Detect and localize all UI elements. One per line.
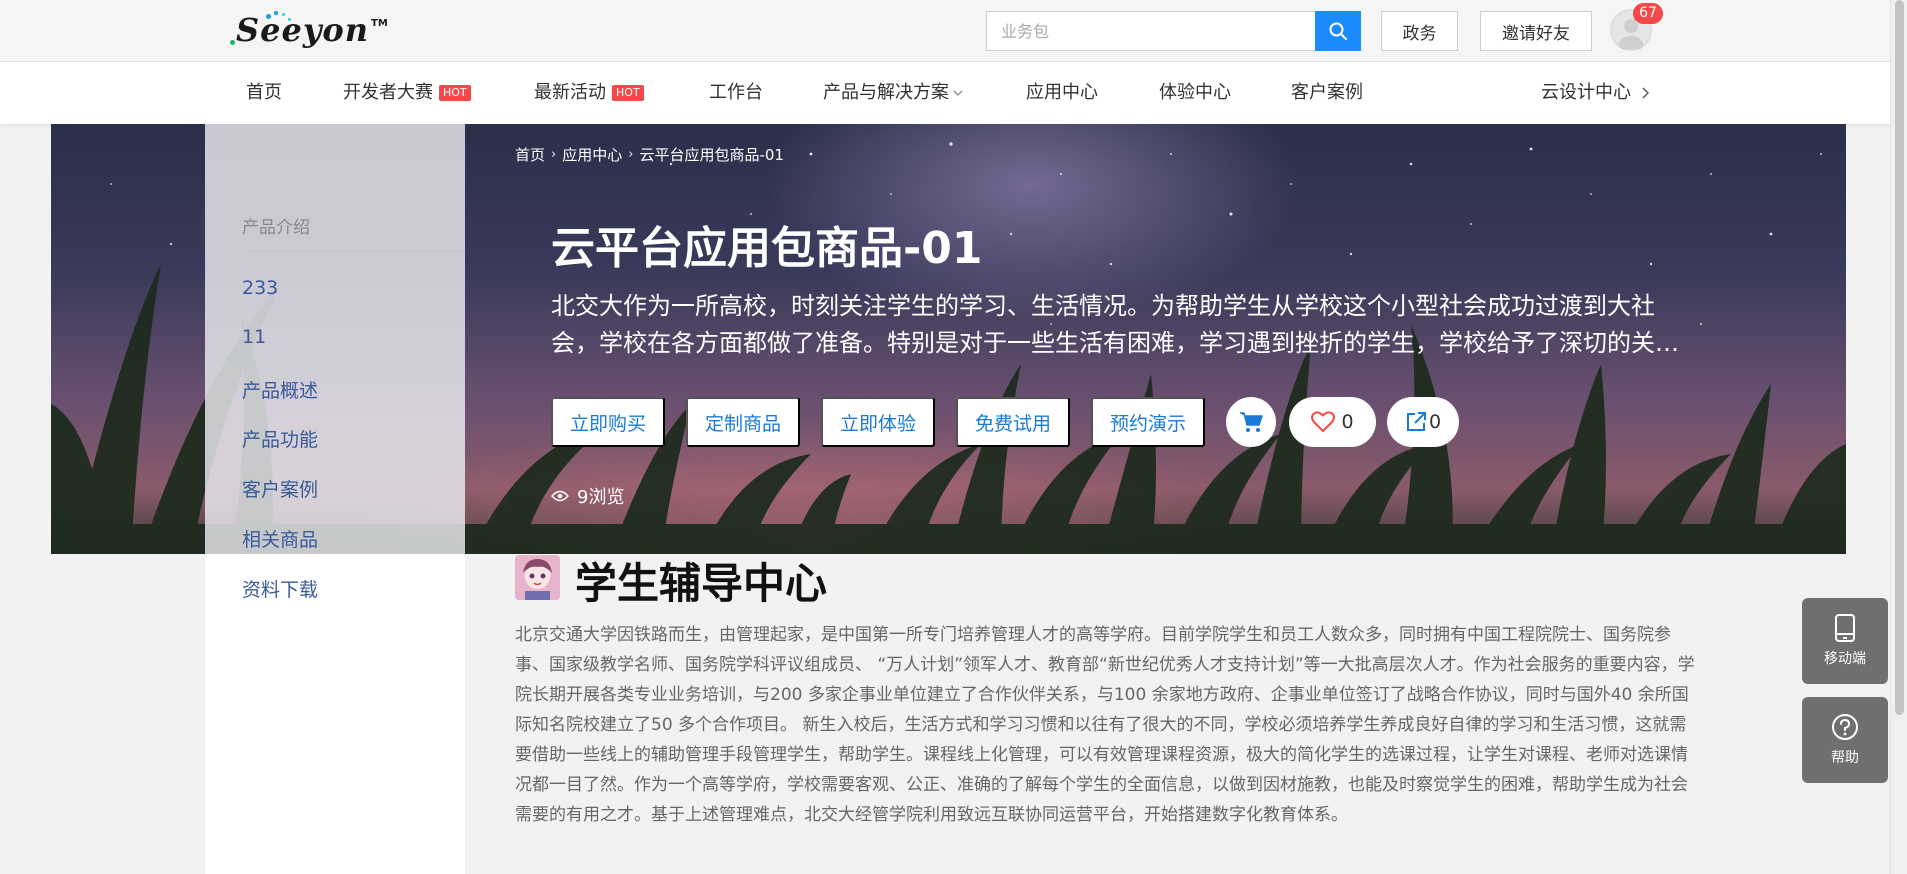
nav-item-app-center[interactable]: 应用中心: [1026, 62, 1098, 124]
content-title: 学生辅导中心: [575, 559, 828, 608]
page-scrollbar[interactable]: [1890, 0, 1907, 874]
nav-item-workbench[interactable]: 工作台: [709, 62, 763, 124]
nav-item-customer-cases[interactable]: 客户案例: [1291, 62, 1363, 124]
help-float-button[interactable]: 帮助: [1802, 697, 1888, 783]
product-description: 北交大作为一所高校，时刻关注学生的学习、生活情况。为帮助学生从学校这个小型社会成…: [551, 292, 1655, 357]
nav-item-products-solutions[interactable]: 产品与解决方案: [823, 62, 963, 124]
like-count: 0: [1341, 411, 1354, 433]
nav-item-label: 工作台: [709, 82, 763, 103]
sidebar-item-overview[interactable]: 产品概述: [242, 376, 318, 403]
student-center-avatar-icon: [515, 555, 560, 600]
view-count: 9浏览: [551, 483, 624, 509]
mobile-float-button[interactable]: 移动端: [1802, 598, 1888, 684]
heart-icon: [1311, 411, 1336, 432]
share-button[interactable]: 0: [1387, 397, 1459, 447]
mobile-label: 移动端: [1824, 651, 1866, 667]
search-box: [986, 11, 1361, 51]
nav-item-label: 产品与解决方案: [823, 82, 949, 103]
nav-item-developer-contest[interactable]: 开发者大赛 HOT: [343, 62, 471, 124]
chevron-right-icon: [1642, 87, 1649, 99]
help-label: 帮助: [1831, 750, 1859, 766]
breadcrumb-home[interactable]: 首页: [515, 144, 545, 165]
book-demo-button[interactable]: 预约演示: [1091, 397, 1205, 447]
cart-icon: [1240, 412, 1263, 432]
content-body: 北京交通大学因铁路而生，由管理起家，是中国第一所专门培养管理人才的高等学府。目前…: [515, 625, 1695, 825]
cart-button[interactable]: [1226, 397, 1276, 447]
breadcrumb: 首页 › 应用中心 › 云平台应用包商品-01: [515, 144, 784, 165]
sidebar-item-customer-cases[interactable]: 客户案例: [242, 475, 318, 502]
hot-badge: HOT: [439, 85, 471, 101]
sidebar-item-downloads[interactable]: 资料下载: [242, 575, 318, 602]
eye-icon: [551, 490, 569, 502]
seeyon-logo[interactable]: Seeyon TM: [228, 10, 388, 50]
top-bar: Seeyon TM 政务 邀请好友 67: [0, 0, 1890, 62]
help-icon: [1832, 714, 1858, 740]
nav-item-label: 客户案例: [1291, 82, 1363, 103]
product-title: 云平台应用包商品-01: [551, 223, 983, 274]
sidebar-item-233[interactable]: 233: [242, 277, 278, 299]
nav-cloud-design-center[interactable]: 云设计中心: [1541, 62, 1649, 124]
nav-item-label: 应用中心: [1026, 82, 1098, 103]
mobile-icon: [1835, 614, 1855, 642]
sidebar-panel-lower: [205, 554, 465, 874]
buy-now-button[interactable]: 立即购买: [551, 397, 665, 447]
share-count: 0: [1428, 411, 1442, 433]
notification-badge[interactable]: 67: [1633, 3, 1663, 24]
search-icon: [1329, 22, 1347, 40]
search-button[interactable]: [1315, 11, 1361, 51]
customize-product-button[interactable]: 定制商品: [686, 397, 800, 447]
try-now-button[interactable]: 立即体验: [821, 397, 935, 447]
nav-item-label: 最新活动: [534, 82, 606, 103]
breadcrumb-separator-icon: ›: [551, 147, 557, 162]
sidebar-title: 产品介绍: [242, 218, 310, 238]
main-nav: 首页 开发者大赛 HOT 最新活动 HOT 工作台 产品与解决方案 应用中心 体验中…: [0, 62, 1890, 124]
hot-badge: HOT: [612, 85, 644, 101]
sidebar-item-11[interactable]: 11: [242, 326, 266, 348]
scrollbar-thumb[interactable]: [1895, 0, 1904, 715]
free-trial-button[interactable]: 免费试用: [956, 397, 1070, 447]
nav-item-experience-center[interactable]: 体验中心: [1159, 62, 1231, 124]
sidebar-item-related-products[interactable]: 相关商品: [242, 525, 318, 552]
breadcrumb-current: 云平台应用包商品-01: [639, 146, 784, 164]
search-input[interactable]: [986, 11, 1315, 51]
invite-friends-button[interactable]: 邀请好友: [1480, 11, 1592, 51]
share-icon: [1406, 412, 1426, 431]
logo-tm: TM: [371, 18, 388, 29]
like-button[interactable]: 0: [1289, 397, 1376, 447]
breadcrumb-app-center[interactable]: 应用中心: [562, 144, 622, 165]
sidebar-divider: [242, 250, 465, 252]
breadcrumb-separator-icon: ›: [628, 147, 634, 162]
nav-item-label: 首页: [246, 82, 282, 103]
nav-item-latest-events[interactable]: 最新活动 HOT: [534, 62, 644, 124]
nav-item-label: 云设计中心: [1541, 82, 1631, 103]
nav-item-home[interactable]: 首页: [246, 62, 282, 124]
sidebar-item-features[interactable]: 产品功能: [242, 425, 318, 452]
nav-item-label: 体验中心: [1159, 82, 1231, 103]
view-count-text: 9浏览: [577, 487, 625, 508]
chevron-down-icon: [953, 90, 963, 96]
gov-button[interactable]: 政务: [1381, 11, 1458, 51]
nav-item-label: 开发者大赛: [343, 82, 433, 103]
logo-dots-icon: [228, 10, 328, 50]
